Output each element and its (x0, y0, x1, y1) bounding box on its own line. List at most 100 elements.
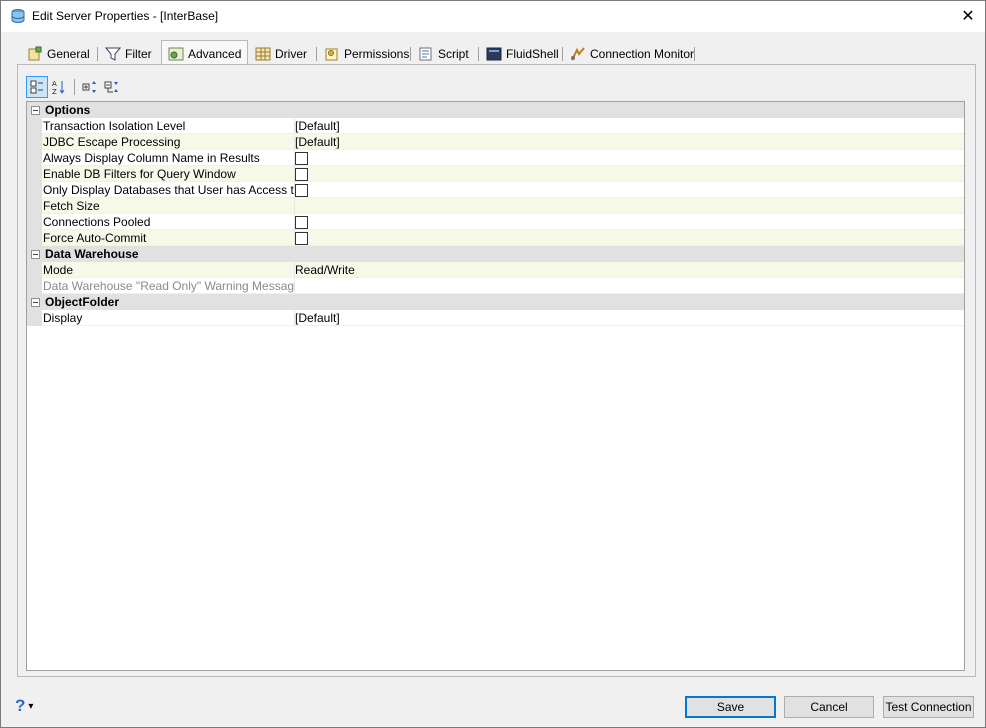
permissions-icon (325, 48, 338, 60)
toolbar-separator (74, 79, 75, 95)
checkbox[interactable] (295, 184, 308, 197)
property-name: Always Display Column Name in Results (42, 150, 294, 166)
general-icon (28, 46, 42, 60)
tab-general[interactable]: General (21, 42, 90, 65)
help-button[interactable]: ? ▾ (15, 696, 33, 716)
property-value[interactable]: [Default] (294, 118, 964, 134)
tab-strip: General Filter Advanced Driver Permissio… (17, 40, 977, 66)
property-value (294, 278, 964, 294)
property-value (294, 230, 964, 246)
collapse-toggle-icon[interactable] (31, 249, 40, 259)
property-name: Transaction Isolation Level (42, 118, 294, 134)
property-row-transaction-isolation-level[interactable]: Transaction Isolation Level [Default] (27, 118, 964, 134)
property-name: Display (42, 310, 294, 326)
property-value[interactable]: [Default] (294, 134, 964, 150)
driver-icon (255, 47, 271, 60)
property-name: Force Auto-Commit (42, 230, 294, 246)
property-row-mode[interactable]: Mode Read/Write (27, 262, 964, 278)
alphabetical-sort-button[interactable]: A Z (48, 76, 70, 98)
collapse-toggle-icon[interactable] (31, 297, 40, 307)
tab-separator (562, 47, 563, 61)
property-grid-toolbar: A Z (26, 76, 123, 98)
svg-text:Z: Z (52, 88, 57, 95)
chevron-down-icon: ▾ (28, 700, 34, 712)
property-row-fetch-size[interactable]: Fetch Size (27, 198, 964, 214)
tab-label: Script (438, 46, 469, 61)
advanced-tab-panel: A Z Options Transaction Isolation Level … (17, 64, 976, 677)
tab-script[interactable]: Script (412, 42, 469, 65)
collapse-toggle-icon[interactable] (31, 105, 40, 115)
expand-all-button[interactable] (79, 76, 101, 98)
advanced-icon (168, 47, 184, 60)
help-icon: ? (15, 696, 26, 715)
tab-filter[interactable]: Filter (99, 42, 152, 65)
alphabetical-sort-icon: A Z (52, 80, 65, 95)
property-value (294, 150, 964, 166)
save-button[interactable]: Save (685, 696, 776, 718)
property-row-only-display-databases[interactable]: Only Display Databases that User has Acc… (27, 182, 964, 198)
tab-fluidshell[interactable]: FluidShell (480, 42, 559, 65)
property-name: Only Display Databases that User has Acc… (42, 183, 294, 198)
tab-connection-monitor[interactable]: Connection Monitor (564, 42, 694, 65)
tab-permissions[interactable]: Permissions (318, 42, 409, 65)
collapse-all-button[interactable] (101, 76, 123, 98)
tab-separator (97, 47, 98, 61)
property-value[interactable] (294, 198, 964, 214)
window-title: Edit Server Properties - [InterBase] (32, 9, 219, 23)
checkbox[interactable] (295, 216, 308, 229)
connection-monitor-icon (571, 46, 585, 60)
tab-label: Connection Monitor (590, 46, 695, 61)
test-connection-button[interactable]: Test Connection (883, 696, 974, 718)
tab-label: Advanced (188, 46, 242, 61)
property-value (294, 166, 964, 182)
property-value[interactable]: [Default] (294, 310, 964, 326)
category-options[interactable]: Options (27, 102, 964, 118)
property-value (294, 182, 964, 198)
categorized-icon (30, 80, 43, 94)
tab-label: FluidShell (506, 46, 559, 61)
checkbox[interactable] (295, 168, 308, 181)
tab-separator (316, 47, 317, 61)
category-objectfolder[interactable]: ObjectFolder (27, 294, 964, 310)
property-name: Connections Pooled (42, 214, 294, 230)
close-icon: ✕ (961, 8, 975, 25)
property-name: Fetch Size (42, 198, 294, 214)
fluidshell-icon (486, 47, 502, 60)
server-database-icon (11, 9, 25, 23)
tab-label: Filter (125, 46, 152, 61)
tab-label: General (47, 46, 90, 61)
svg-text:A: A (52, 80, 57, 88)
categorized-button[interactable] (26, 76, 48, 98)
category-label: Data Warehouse (45, 247, 139, 261)
property-row-always-display-column-name[interactable]: Always Display Column Name in Results (27, 150, 964, 166)
title-bar: Edit Server Properties - [InterBase] ✕ (1, 1, 985, 32)
property-row-display[interactable]: Display [Default] (27, 310, 964, 326)
category-data-warehouse[interactable]: Data Warehouse (27, 246, 964, 262)
filter-icon (105, 47, 121, 61)
script-icon (419, 47, 432, 60)
collapse-all-icon (104, 81, 118, 93)
property-name: Enable DB Filters for Query Window (42, 166, 294, 182)
tab-separator (410, 47, 411, 61)
close-button[interactable]: ✕ (951, 1, 985, 31)
cancel-button[interactable]: Cancel (784, 696, 874, 718)
edit-server-properties-dialog: Edit Server Properties - [InterBase] ✕ G… (0, 0, 986, 728)
property-row-force-auto-commit[interactable]: Force Auto-Commit (27, 230, 964, 246)
property-row-connections-pooled[interactable]: Connections Pooled (27, 214, 964, 230)
expand-all-icon (82, 81, 96, 93)
property-name: JDBC Escape Processing (42, 134, 294, 150)
property-name: Mode (42, 262, 294, 278)
tab-advanced[interactable]: Advanced (161, 40, 248, 66)
property-row-jdbc-escape-processing[interactable]: JDBC Escape Processing [Default] (27, 134, 964, 150)
property-row-enable-db-filters[interactable]: Enable DB Filters for Query Window (27, 166, 964, 182)
checkbox[interactable] (295, 152, 308, 165)
tab-driver[interactable]: Driver (249, 42, 307, 65)
category-label: Options (45, 103, 91, 117)
property-row-read-only-warning-message[interactable]: Data Warehouse "Read Only" Warning Messa… (27, 278, 964, 294)
property-name: Data Warehouse "Read Only" Warning Messa… (42, 279, 294, 294)
checkbox[interactable] (295, 232, 308, 245)
property-value (294, 214, 964, 230)
tab-label: Permissions (344, 46, 410, 61)
property-value[interactable]: Read/Write (294, 262, 964, 278)
tab-separator (694, 47, 695, 61)
